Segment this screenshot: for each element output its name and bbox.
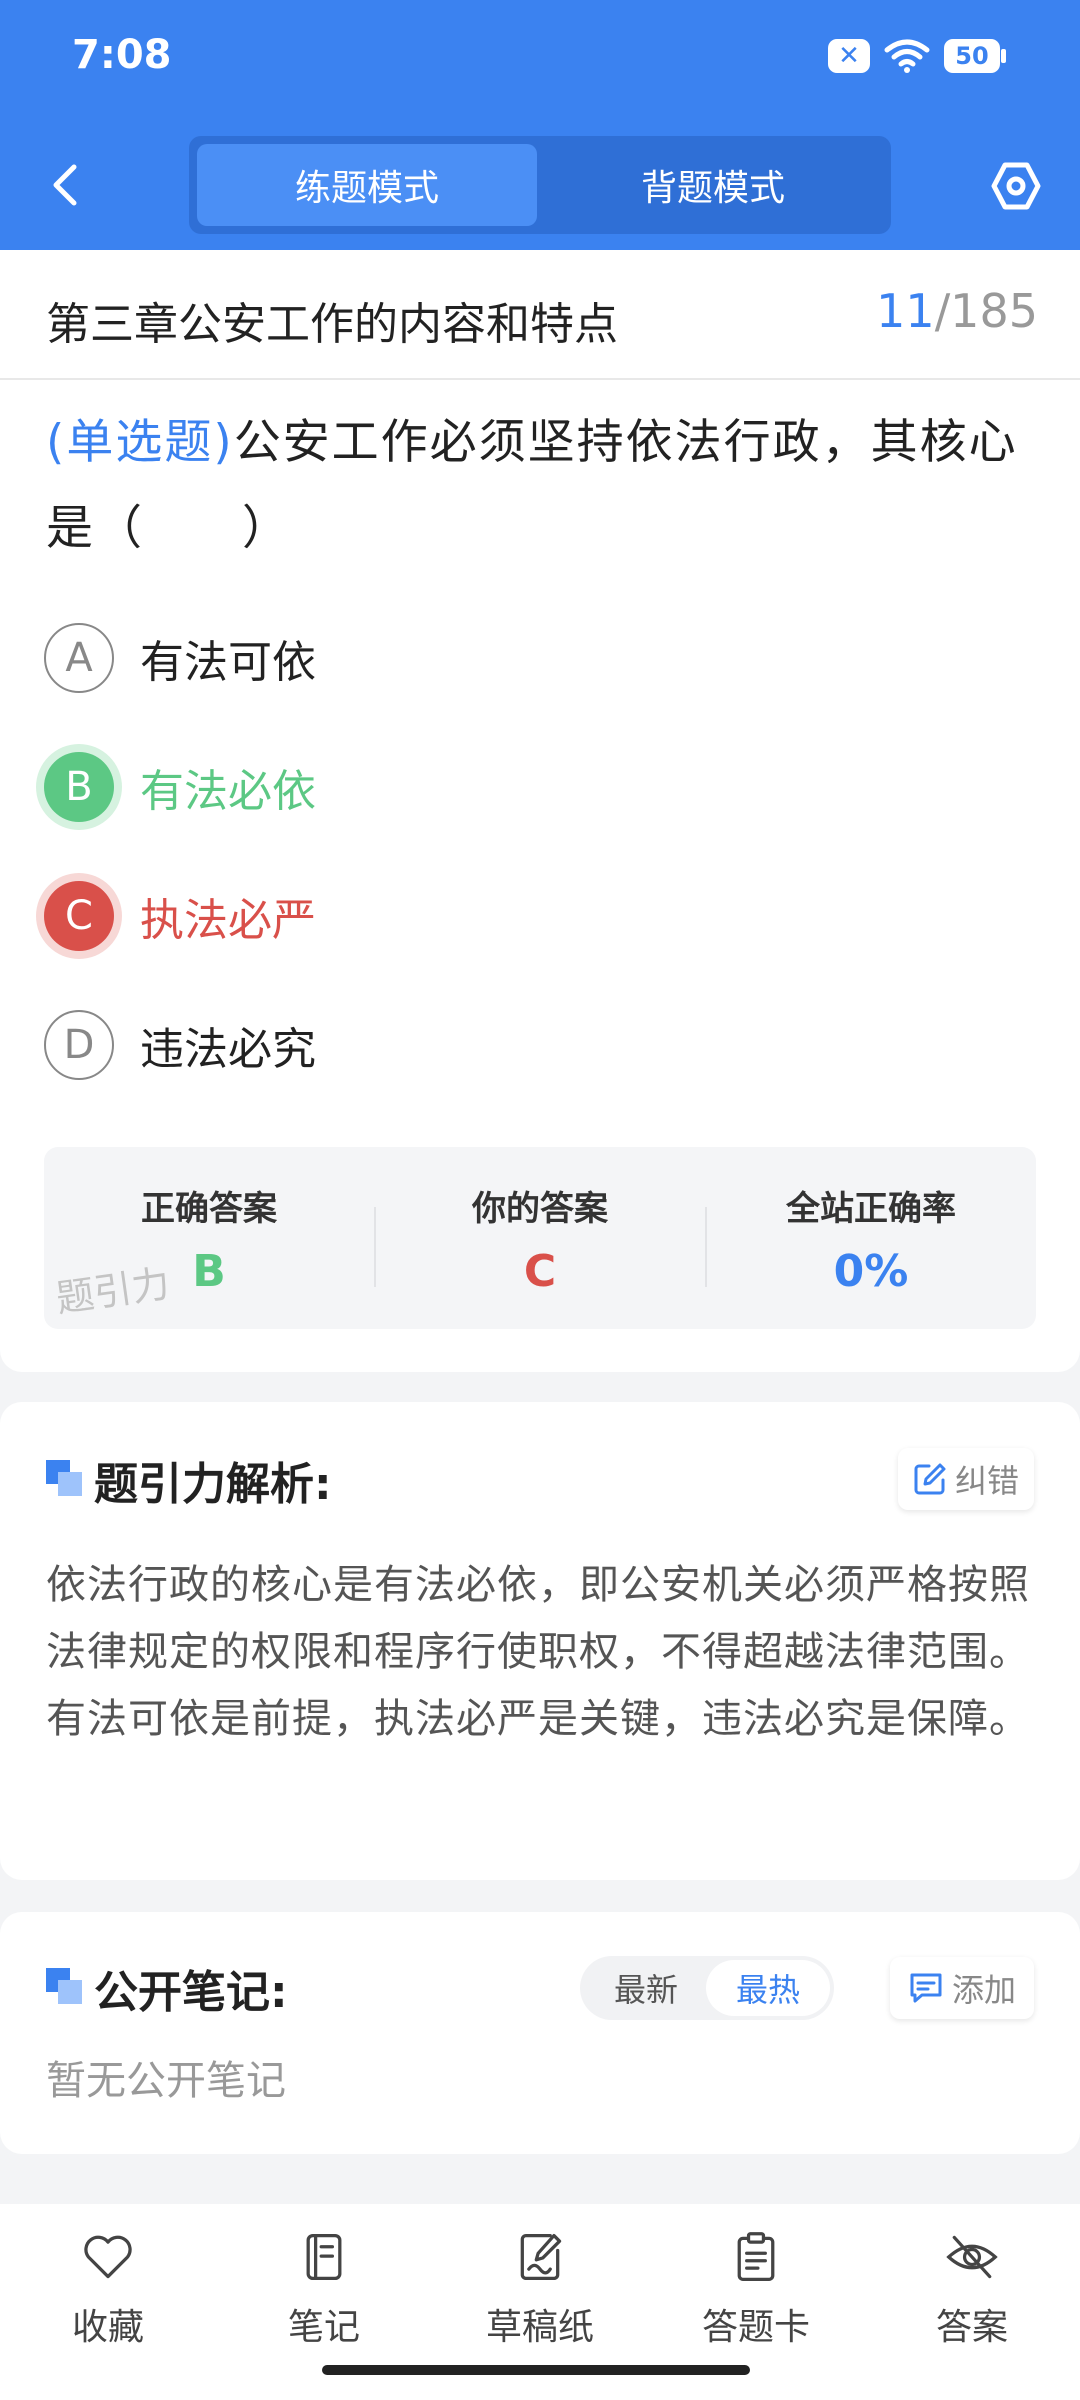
notes-empty-text: 暂无公开笔记: [46, 2058, 286, 2104]
nav-draft[interactable]: 草稿纸: [460, 2230, 620, 2350]
battery-icon: 50: [944, 39, 1006, 73]
notebook-icon: [306, 2233, 342, 2281]
option-text: 有法必依: [140, 766, 316, 817]
public-notes-card: 公开笔记: 最新 最热 添加 暂无公开笔记: [0, 1912, 1080, 2154]
option-text: 有法可依: [140, 637, 316, 688]
nav-label: 草稿纸: [485, 2307, 594, 2348]
section-icon: [46, 1460, 82, 1496]
analysis-card: 题引力解析: 纠错 依法行政的核心是有法必依，即公安机关必须严格按照法律规定的权…: [0, 1402, 1080, 1880]
settings-hexagon-icon: [991, 162, 1041, 210]
accuracy-value: 0%: [833, 1246, 909, 1297]
option-text: 违法必究: [140, 1024, 316, 1075]
question-type: (单选题): [46, 415, 234, 470]
edit-icon: [914, 1463, 946, 1495]
sort-latest[interactable]: 最新: [584, 1960, 708, 2016]
question-card: 第三章公安工作的内容和特点 11/185 (单选题)公安工作必须坚持依法行政，其…: [0, 250, 1080, 1372]
heart-icon: [84, 2235, 132, 2279]
tab-memorize-mode[interactable]: 背题模式: [543, 144, 883, 226]
nav-answer-sheet[interactable]: 答题卡: [676, 2230, 836, 2350]
draft-icon: [520, 2233, 562, 2281]
question-stem: (单选题)公安工作必须坚持依法行政，其核心是（ ）: [46, 400, 1041, 572]
section-icon: [46, 1968, 82, 2004]
notes-title: 公开笔记:: [94, 1967, 288, 2018]
nav-label: 笔记: [287, 2307, 360, 2348]
wifi-icon: [884, 39, 930, 73]
status-icons: ✕ 50: [828, 38, 1006, 74]
answer-summary: 正确答案 B 你的答案 C 全站正确率 0%: [44, 1147, 1036, 1329]
chevron-left-icon: [53, 164, 77, 206]
tab-practice-mode[interactable]: 练题模式: [197, 144, 537, 226]
analysis-title: 题引力解析:: [94, 1459, 332, 1510]
status-time: 7:08: [72, 32, 172, 78]
no-sim-icon: ✕: [828, 39, 870, 73]
report-error-button[interactable]: 纠错: [898, 1448, 1034, 1510]
nav-notes[interactable]: 笔记: [244, 2230, 404, 2350]
add-note-button[interactable]: 添加: [890, 1957, 1034, 2019]
top-header: 7:08 ✕ 50 练题模式 背题模式: [0, 0, 1080, 250]
report-error-label: 纠错: [954, 1462, 1019, 1500]
nav-favorite[interactable]: 收藏: [28, 2230, 188, 2350]
accuracy-block: 全站正确率 0%: [706, 1147, 1036, 1329]
option-d[interactable]: D 违法必究: [44, 1008, 316, 1082]
your-answer-value: C: [523, 1246, 557, 1297]
your-answer-block: 你的答案 C: [375, 1147, 705, 1329]
mode-tabs: 练题模式 背题模式: [189, 136, 891, 234]
option-a[interactable]: A 有法可依: [44, 621, 316, 695]
home-indicator[interactable]: [322, 2365, 750, 2375]
nav-label: 收藏: [71, 2307, 144, 2348]
eye-off-icon: [946, 2235, 998, 2279]
option-letter: B: [44, 752, 114, 822]
chapter-title: 第三章公安工作的内容和特点: [46, 299, 618, 350]
option-c[interactable]: C 执法必严: [44, 879, 316, 953]
divider: [0, 378, 1080, 380]
accuracy-label: 全站正确率: [786, 1189, 956, 1229]
clipboard-icon: [737, 2232, 775, 2281]
correct-answer-label: 正确答案: [141, 1189, 277, 1229]
option-letter: D: [44, 1010, 114, 1080]
notes-sort-toggle: 最新 最热: [580, 1956, 834, 2020]
comment-icon: [910, 1973, 942, 2003]
option-letter: A: [44, 623, 114, 693]
nav-answer-toggle[interactable]: 答案: [892, 2230, 1052, 2350]
back-button[interactable]: [40, 160, 90, 210]
nav-label: 答案: [935, 2307, 1008, 2348]
option-letter: C: [44, 881, 114, 951]
sort-hot[interactable]: 最热: [706, 1960, 830, 2016]
option-b[interactable]: B 有法必依: [44, 750, 316, 824]
nav-label: 答题卡: [701, 2307, 810, 2348]
analysis-text: 依法行政的核心是有法必依，即公安机关必须严格按照法律规定的权限和程序行使职权，不…: [46, 1562, 1030, 1742]
progress-current: 11: [876, 284, 935, 338]
your-answer-label: 你的答案: [472, 1189, 608, 1229]
question-progress: 11/185: [876, 284, 1038, 338]
settings-button[interactable]: [986, 156, 1046, 216]
add-note-label: 添加: [951, 1971, 1016, 2009]
progress-total: /185: [934, 284, 1038, 338]
option-text: 执法必严: [140, 895, 316, 946]
